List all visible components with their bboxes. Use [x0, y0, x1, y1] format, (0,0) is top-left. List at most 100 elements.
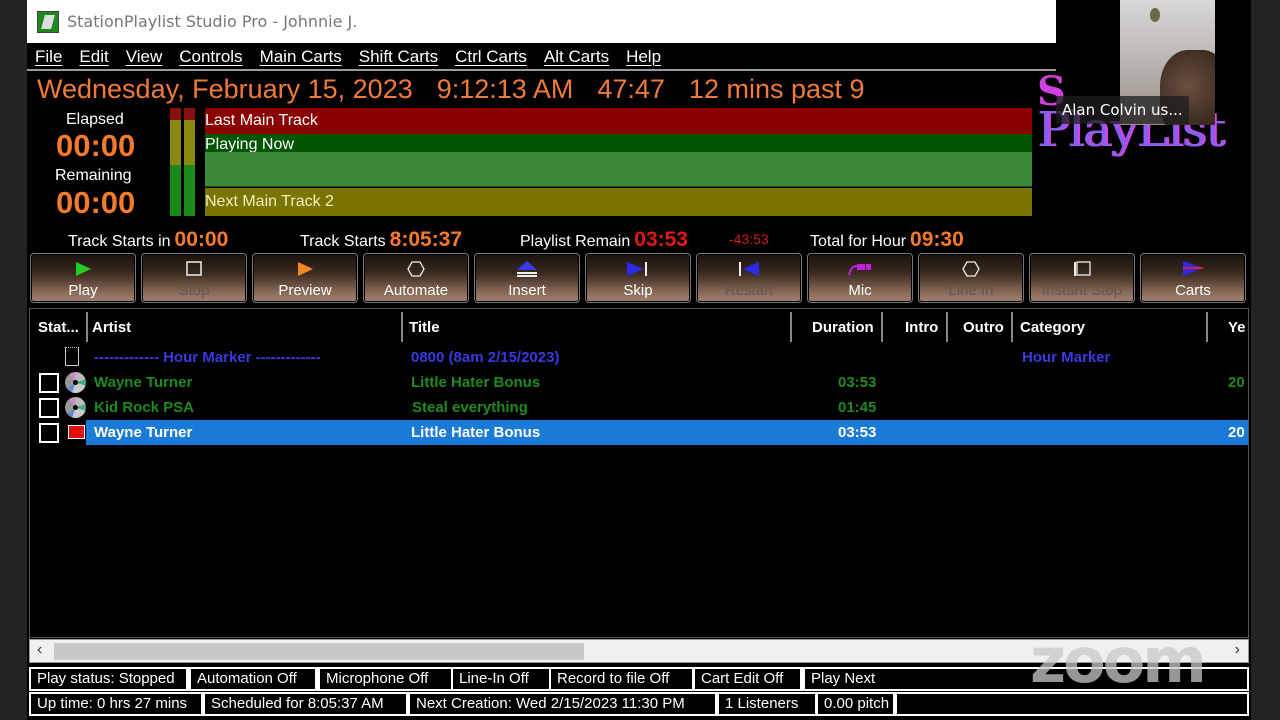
col-resize-handle[interactable] [946, 312, 948, 342]
menu-view[interactable]: View [126, 47, 163, 67]
row-duration: 01:45 [838, 399, 877, 416]
last-main-track-label: Last Main Track [205, 112, 318, 129]
carts-button[interactable]: Carts [1140, 253, 1246, 303]
row-year: 20 [1228, 424, 1245, 441]
zoom-watermark: zoom [1030, 624, 1207, 697]
menu-ctrl-carts[interactable]: Ctrl Carts [455, 47, 527, 67]
transport-toolbar: Play Stop Preview Automate Insert Skip R… [30, 253, 1248, 303]
status-listeners: 1 Listeners [719, 694, 815, 714]
play-button[interactable]: Play [30, 253, 136, 303]
status-line-in: Line-In Off [453, 669, 549, 689]
menu-alt-carts[interactable]: Alt Carts [544, 47, 609, 67]
preview-icon [296, 259, 314, 279]
scroll-right-icon[interactable]: › [1235, 641, 1240, 659]
col-title[interactable]: Title [409, 319, 440, 336]
restart-button[interactable]: Restart [696, 253, 802, 303]
row-title: Steal everything [412, 399, 528, 416]
row-title: Little Hater Bonus [411, 374, 541, 391]
col-outro[interactable]: Outro [963, 319, 1004, 336]
row-artist: Wayne Turner [94, 424, 193, 441]
row-artist: ------------- Hour Marker ------------- [94, 349, 321, 366]
menu-divider [27, 69, 1056, 71]
row-year: 20 [1228, 374, 1245, 391]
automate-button[interactable]: Automate [363, 253, 469, 303]
clock-time: 9:12:13 AM [436, 74, 574, 104]
participant-name-label: Alan Colvin us... [1056, 96, 1189, 124]
instant-stop-icon [1072, 259, 1092, 279]
clock-date: Wednesday, February 15, 2023 [37, 74, 413, 104]
col-resize-handle[interactable] [401, 312, 403, 342]
stop-button[interactable]: Stop [141, 253, 247, 303]
menu-file[interactable]: File [35, 47, 62, 67]
status-next-creation: Next Creation: Wed 2/15/2023 11:30 PM [410, 694, 715, 714]
col-intro[interactable]: Intro [905, 319, 938, 336]
next-main-track-label: Next Main Track 2 [205, 193, 334, 210]
playlist-remain-value: 03:53 [634, 228, 688, 251]
col-resize-handle[interactable] [86, 312, 88, 342]
skip-button[interactable]: Skip [585, 253, 691, 303]
row-artist: Wayne Turner [94, 374, 193, 391]
playlist-row-selected[interactable]: Wayne Turner Little Hater Bonus 03:53 20 [30, 420, 1248, 445]
playlist-row[interactable]: Kid Rock PSA Steal everything 01:45 [30, 395, 1248, 420]
col-category[interactable]: Category [1020, 319, 1085, 336]
status-pitch: 0.00 pitch [818, 694, 893, 714]
insert-button[interactable]: Insert [474, 253, 580, 303]
status-play: Play status: Stopped [31, 669, 186, 689]
scrollbar-thumb[interactable] [54, 643, 584, 660]
row-duration: 03:53 [838, 374, 877, 391]
col-artist[interactable]: Artist [92, 319, 131, 336]
status-automation: Automation Off [191, 669, 315, 689]
playlist-row[interactable]: Wayne Turner Little Hater Bonus 03:53 20 [30, 370, 1248, 395]
clock-line: Wednesday, February 15, 2023 9:12:13 AM 47… [37, 74, 889, 105]
menu-edit[interactable]: Edit [79, 47, 108, 67]
track-status-icon [68, 425, 85, 439]
status-microphone: Microphone Off [320, 669, 451, 689]
total-for-hour: Total for Hour 09:30 [810, 228, 964, 251]
stop-icon [185, 259, 203, 279]
col-resize-handle[interactable] [881, 312, 883, 342]
menu-help[interactable]: Help [626, 47, 661, 67]
playlist-remain-negative: -43:53 [729, 231, 769, 247]
play-icon [74, 259, 92, 279]
col-resize-handle[interactable] [790, 312, 792, 342]
cd-track-icon [65, 372, 86, 393]
row-checkbox[interactable] [39, 373, 59, 393]
track-starts-value: 8:05:37 [389, 228, 463, 251]
menu-bar: File Edit View Controls Main Carts Shift… [27, 43, 1056, 70]
next-main-track-bar: Next Main Track 2 [205, 188, 1032, 216]
track-starts-in-value: 00:00 [174, 228, 229, 251]
scroll-left-icon[interactable]: ‹ [37, 641, 42, 659]
col-duration[interactable]: Duration [812, 319, 874, 336]
playlist-row-hour-marker[interactable]: ------------- Hour Marker ------------- … [30, 345, 1248, 370]
restart-icon [737, 259, 761, 279]
row-checkbox[interactable] [39, 423, 59, 443]
title-bar: StationPlaylist Studio Pro - Johnnie J. [27, 0, 1056, 43]
total-for-hour-value: 09:30 [910, 228, 964, 251]
row-artist: Kid Rock PSA [94, 399, 195, 416]
status-record: Record to file Off [551, 669, 692, 689]
cd-track-icon [65, 397, 86, 418]
insert-icon [516, 259, 538, 279]
row-checkbox[interactable] [39, 398, 59, 418]
clock-phrase: 12 mins past 9 [688, 74, 865, 104]
skip-icon [626, 259, 650, 279]
last-main-track-bar: Last Main Track [205, 108, 1032, 134]
line-in-button[interactable]: Line In [918, 253, 1024, 303]
status-cart-edit: Cart Edit Off [695, 669, 800, 689]
status-extra [897, 694, 1247, 714]
menu-main-carts[interactable]: Main Carts [260, 47, 342, 67]
instant-stop-button[interactable]: Instant Stop [1029, 253, 1135, 303]
playing-progress-bar [205, 152, 1032, 187]
col-status[interactable]: Stat... [38, 319, 79, 336]
menu-shift-carts[interactable]: Shift Carts [359, 47, 438, 67]
playing-now-bar: Playing Now [205, 134, 1032, 153]
mic-button[interactable]: Mic [807, 253, 913, 303]
menu-controls[interactable]: Controls [179, 47, 242, 67]
vu-meter-left [170, 108, 181, 216]
col-year[interactable]: Ye [1228, 319, 1246, 336]
col-resize-handle[interactable] [1011, 312, 1013, 342]
playlist-grid: Stat... Artist Title Duration Intro Outr… [29, 308, 1249, 638]
carts-icon [1181, 259, 1205, 279]
preview-button[interactable]: Preview [252, 253, 358, 303]
col-resize-handle[interactable] [1206, 312, 1208, 342]
